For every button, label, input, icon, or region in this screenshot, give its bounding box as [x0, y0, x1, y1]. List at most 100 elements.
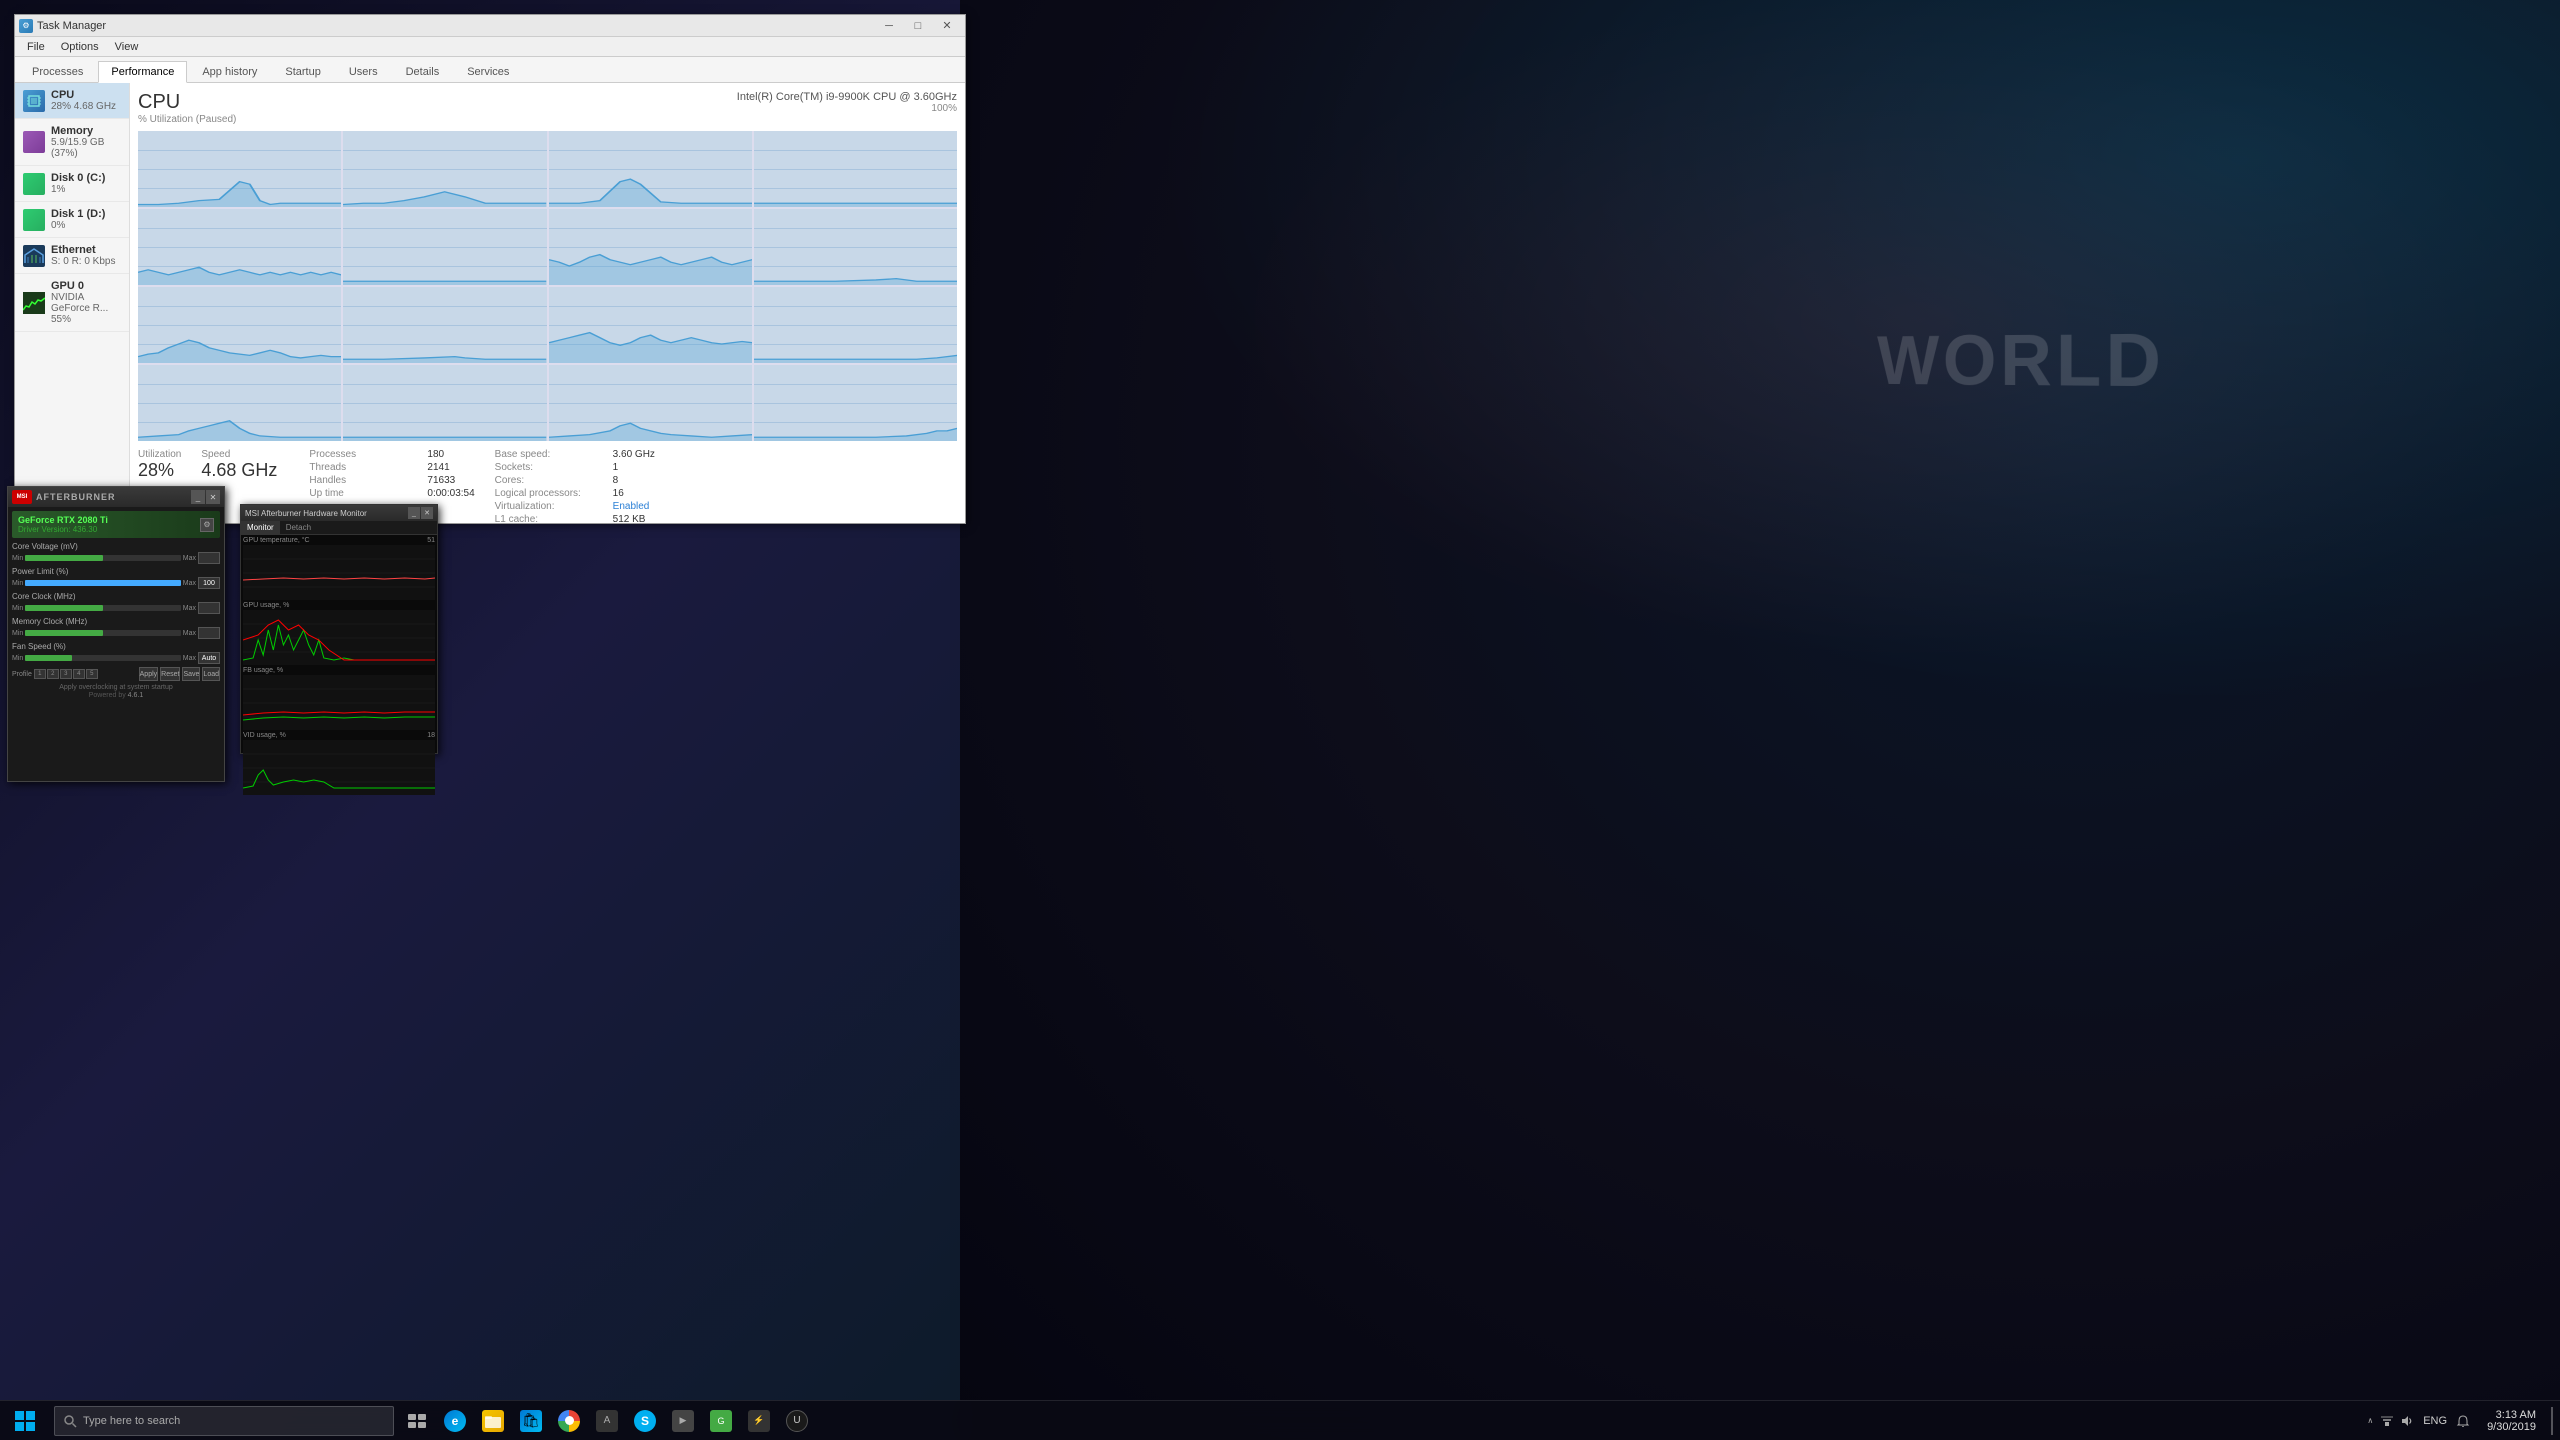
memory-clock-track[interactable]	[25, 630, 180, 636]
utilization-stat-label: Utilization	[138, 449, 181, 460]
task-manager-title: ⚙ Task Manager	[19, 19, 106, 33]
power-limit-track[interactable]	[25, 580, 180, 586]
fb-usage-section: FB usage, %	[243, 667, 435, 730]
tab-details[interactable]: Details	[393, 61, 453, 82]
tab-services[interactable]: Services	[454, 61, 522, 82]
profile-dot-2[interactable]: 2	[47, 669, 59, 679]
afterburner-body: GeForce RTX 2080 Ti Driver Version: 436.…	[8, 507, 224, 703]
profile-dot-4[interactable]: 4	[73, 669, 85, 679]
sidebar-item-ethernet[interactable]: Ethernet S: 0 R: 0 Kbps	[15, 238, 129, 274]
taskbar: Type here to search e 🛍	[0, 1400, 2560, 1440]
maximize-button[interactable]: □	[904, 17, 932, 35]
gpu-temp-graph	[243, 545, 435, 600]
store-button[interactable]: 🛍	[512, 1401, 550, 1440]
core-voltage-max-label: Max	[183, 555, 196, 562]
cpu-core-graph-16	[754, 365, 957, 441]
save-button[interactable]: Save	[182, 667, 200, 681]
tray-volume-icon[interactable]	[2399, 1413, 2415, 1429]
afterburner-titlebar: MSI AFTERBURNER _ ✕	[8, 487, 224, 507]
app4-icon: ⚡	[748, 1410, 770, 1432]
memory-clock-label: Memory Clock (MHz)	[12, 617, 220, 626]
sidebar-item-gpu[interactable]: GPU 0 NVIDIA GeForce R... 55%	[15, 274, 129, 332]
app3-button[interactable]: G	[702, 1401, 740, 1440]
cpu-icon	[23, 90, 45, 112]
cpu-core-graph-3	[549, 131, 752, 207]
show-desktop-button[interactable]	[2544, 1401, 2560, 1440]
cpu-core-graph-13	[138, 365, 341, 441]
tray-expand-button[interactable]: ∧	[2365, 1416, 2375, 1425]
ab-minimize-button[interactable]: _	[191, 490, 205, 504]
profile-dot-1[interactable]: 1	[34, 669, 46, 679]
menu-options[interactable]: Options	[53, 39, 107, 55]
task-view-button[interactable]	[398, 1401, 436, 1440]
memory-label: Memory	[51, 125, 121, 137]
tray-language[interactable]: ENG	[2419, 1415, 2451, 1427]
minimize-button[interactable]: ─	[875, 17, 903, 35]
ab-close-button[interactable]: ✕	[206, 490, 220, 504]
search-bar[interactable]: Type here to search	[54, 1406, 394, 1436]
menu-view[interactable]: View	[107, 39, 147, 55]
tab-processes[interactable]: Processes	[19, 61, 96, 82]
reset-button[interactable]: Reset	[160, 667, 180, 681]
app4-button[interactable]: ⚡	[740, 1401, 778, 1440]
tray-network-icon[interactable]	[2379, 1413, 2395, 1429]
hw-tab-detach[interactable]: Detach	[280, 521, 317, 534]
task-manager-window: ⚙ Task Manager ─ □ ✕ File Options View P…	[14, 14, 966, 524]
sidebar-item-disk0[interactable]: Disk 0 (C:) 1%	[15, 166, 129, 202]
hw-close-button[interactable]: ✕	[421, 507, 433, 519]
windows-logo-icon	[15, 1411, 35, 1431]
tray-notification-icon[interactable]	[2455, 1413, 2471, 1429]
tray-time: 3:13 AM	[2487, 1409, 2536, 1421]
cores-label: Cores:	[495, 475, 605, 486]
chrome-button[interactable]	[550, 1401, 588, 1440]
profile-dot-3[interactable]: 3	[60, 669, 72, 679]
hw-tab-monitor[interactable]: Monitor	[241, 521, 280, 534]
cpu-core-graph-11	[549, 287, 752, 363]
tab-performance[interactable]: Performance	[98, 61, 187, 83]
vid-usage-graph	[243, 740, 435, 795]
cpu-core-graph-15	[549, 365, 752, 441]
system-clock[interactable]: 3:13 AM 9/30/2019	[2479, 1409, 2544, 1433]
ethernet-sidebar-text: Ethernet S: 0 R: 0 Kbps	[51, 244, 121, 267]
vid-usage-section: VID usage, % 18	[243, 732, 435, 795]
file-explorer-button[interactable]	[474, 1401, 512, 1440]
core-clock-track[interactable]	[25, 605, 180, 611]
app2-button[interactable]: ▶	[664, 1401, 702, 1440]
sidebar-item-cpu[interactable]: CPU 28% 4.68 GHz	[15, 83, 129, 119]
cpu-core-graph-4	[754, 131, 957, 207]
menu-file[interactable]: File	[19, 39, 53, 55]
processes-value: 180	[427, 449, 444, 460]
fan-speed-value: Auto	[198, 652, 220, 664]
cpu-core-graph-12	[754, 287, 957, 363]
load-button[interactable]: Load	[202, 667, 220, 681]
cpu-title: CPU	[138, 91, 236, 114]
hw-monitor-controls: _ ✕	[408, 507, 433, 519]
disk0-label: Disk 0 (C:)	[51, 172, 121, 184]
tab-app-history[interactable]: App history	[189, 61, 270, 82]
close-button[interactable]: ✕	[933, 17, 961, 35]
apply-button[interactable]: Apply	[139, 667, 159, 681]
cpu-sidebar-text: CPU 28% 4.68 GHz	[51, 89, 121, 112]
task-manager-body: CPU 28% 4.68 GHz Memory 5.9/15.9 GB (37%…	[15, 83, 965, 523]
core-voltage-slider: Core Voltage (mV) Min Max	[12, 542, 220, 564]
tab-users[interactable]: Users	[336, 61, 391, 82]
cpu-core-graph-14	[343, 365, 546, 441]
ethernet-label: Ethernet	[51, 244, 121, 256]
base-speed-label: Base speed:	[495, 449, 605, 460]
sidebar-item-memory[interactable]: Memory 5.9/15.9 GB (37%)	[15, 119, 129, 166]
unreal-button[interactable]: U	[778, 1401, 816, 1440]
start-button[interactable]	[0, 1401, 50, 1440]
app1-button[interactable]: A	[588, 1401, 626, 1440]
sidebar-item-disk1[interactable]: Disk 1 (D:) 0%	[15, 202, 129, 238]
version-number: 4.6.1	[128, 692, 144, 699]
gpu-value: 55%	[51, 314, 121, 325]
skype-button[interactable]: S	[626, 1401, 664, 1440]
edge-button[interactable]: e	[436, 1401, 474, 1440]
ab-settings-button[interactable]: ⚙	[200, 518, 214, 532]
tab-startup[interactable]: Startup	[272, 61, 333, 82]
fan-speed-track[interactable]	[25, 655, 180, 661]
core-voltage-track[interactable]	[25, 555, 180, 561]
profile-dot-5[interactable]: 5	[86, 669, 98, 679]
gpu-temp-max: 51	[427, 537, 435, 544]
hw-minimize-button[interactable]: _	[408, 507, 420, 519]
